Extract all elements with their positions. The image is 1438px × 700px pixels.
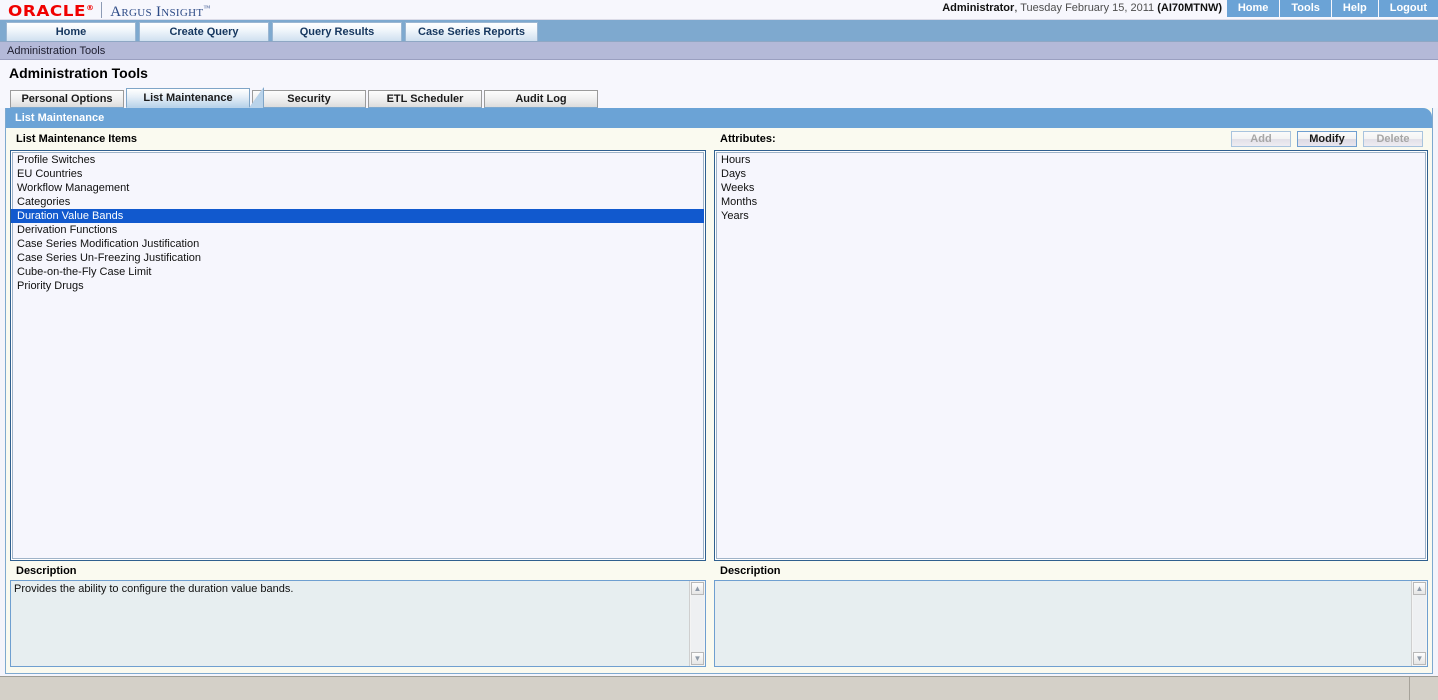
add-button[interactable]: Add bbox=[1231, 131, 1291, 147]
user-session-info: Administrator, Tuesday February 15, 2011… bbox=[942, 2, 1222, 14]
description-right-label: Description bbox=[720, 564, 781, 577]
oracle-logo-group: ORACLE® Argus Insight™ bbox=[0, 0, 211, 20]
user-comma: , bbox=[1014, 2, 1018, 14]
attributes-column: Attributes: Add Modify Delete Hours Days… bbox=[714, 128, 1428, 561]
list-item[interactable]: Days bbox=[719, 167, 1427, 181]
session-date: Tuesday February 15, 2011 bbox=[1020, 2, 1155, 14]
page-title-text: Administration Tools bbox=[9, 65, 148, 81]
status-bar bbox=[0, 676, 1438, 700]
list-item[interactable]: Workflow Management bbox=[15, 181, 705, 195]
topnav-logout[interactable]: Logout bbox=[1378, 0, 1438, 17]
description-left-label: Description bbox=[16, 564, 77, 577]
subtab-security[interactable]: Security bbox=[252, 90, 366, 108]
site-code: (AI70MTNW) bbox=[1157, 2, 1222, 14]
description-left-textarea[interactable]: Provides the ability to configure the du… bbox=[11, 581, 689, 666]
product-title: Argus Insight™ bbox=[110, 0, 210, 20]
brand-header-bar: ORACLE® Argus Insight™ Administrator, Tu… bbox=[0, 0, 1438, 20]
description-left-box[interactable]: Provides the ability to configure the du… bbox=[10, 580, 706, 667]
trademark-mark-icon: ™ bbox=[203, 3, 211, 12]
description-left-scrollbar[interactable] bbox=[689, 581, 705, 666]
breadcrumb-text: Administration Tools bbox=[7, 44, 106, 57]
description-row: Description Provides the ability to conf… bbox=[6, 561, 1432, 673]
status-bar-main-area bbox=[0, 677, 1410, 700]
topnav-tools[interactable]: Tools bbox=[1280, 0, 1332, 17]
tab-case-series-reports[interactable]: Case Series Reports bbox=[405, 22, 538, 41]
tab-query-results[interactable]: Query Results bbox=[272, 22, 402, 41]
scroll-up-icon[interactable] bbox=[691, 582, 704, 595]
tab-home[interactable]: Home bbox=[6, 22, 136, 41]
scroll-track[interactable] bbox=[691, 595, 704, 652]
description-left-column: Description Provides the ability to conf… bbox=[10, 561, 714, 667]
list-maintenance-panel: List Maintenance List Maintenance Items … bbox=[5, 108, 1433, 674]
subtab-list-maintenance[interactable]: List Maintenance bbox=[126, 87, 264, 108]
sub-tab-bar: Personal Options List Maintenance Securi… bbox=[0, 86, 1438, 108]
list-item[interactable]: Case Series Modification Justification bbox=[15, 237, 705, 251]
panel-header: List Maintenance bbox=[6, 108, 1432, 128]
subtab-audit-log[interactable]: Audit Log bbox=[484, 90, 598, 108]
list-items-container: Profile Switches EU Countries Workflow M… bbox=[11, 153, 705, 560]
main-tab-bar: Home Create Query Query Results Case Ser… bbox=[0, 20, 1438, 42]
topnav-home[interactable]: Home bbox=[1226, 0, 1281, 17]
attributes-label-row: Attributes: Add Modify Delete bbox=[714, 128, 1428, 150]
top-navigation: Home Tools Help Logout bbox=[1226, 0, 1438, 17]
list-item[interactable]: Derivation Functions bbox=[15, 223, 705, 237]
registered-mark-icon: ® bbox=[86, 3, 95, 12]
list-items-label-row: List Maintenance Items bbox=[10, 128, 706, 150]
attributes-listbox[interactable]: Hours Days Weeks Months Years bbox=[714, 150, 1428, 561]
list-item[interactable]: Months bbox=[719, 195, 1427, 209]
list-item[interactable]: Profile Switches bbox=[15, 153, 705, 167]
list-maintenance-items-listbox[interactable]: Profile Switches EU Countries Workflow M… bbox=[10, 150, 706, 561]
page-title: Administration Tools bbox=[0, 60, 1438, 86]
logo-divider bbox=[101, 1, 103, 18]
description-right-textarea[interactable] bbox=[715, 581, 1411, 666]
list-items-label: List Maintenance Items bbox=[16, 133, 138, 145]
attributes-items-container: Hours Days Weeks Months Years bbox=[715, 153, 1427, 560]
list-item[interactable]: Weeks bbox=[719, 181, 1427, 195]
tab-create-query[interactable]: Create Query bbox=[139, 22, 269, 41]
list-item[interactable]: Priority Drugs bbox=[15, 279, 705, 293]
list-maintenance-items-column: List Maintenance Items Profile Switches … bbox=[10, 128, 714, 561]
oracle-wordmark-logo: ORACLE® bbox=[8, 1, 95, 19]
panel-body: List Maintenance Items Profile Switches … bbox=[6, 128, 1432, 673]
scroll-up-icon[interactable] bbox=[1413, 582, 1426, 595]
description-right-column: Description bbox=[714, 561, 1428, 667]
list-item[interactable]: Cube-on-the-Fly Case Limit bbox=[15, 265, 705, 279]
description-right-box[interactable] bbox=[714, 580, 1428, 667]
scroll-down-icon[interactable] bbox=[691, 652, 704, 665]
attributes-button-group: Add Modify Delete bbox=[1231, 131, 1426, 147]
breadcrumb: Administration Tools bbox=[0, 42, 1438, 60]
application-window: ORACLE® Argus Insight™ Administrator, Tu… bbox=[0, 0, 1438, 700]
scroll-track[interactable] bbox=[1413, 595, 1426, 652]
list-item[interactable]: EU Countries bbox=[15, 167, 705, 181]
topnav-help[interactable]: Help bbox=[1331, 0, 1379, 17]
status-bar-resize-area bbox=[1410, 677, 1438, 700]
list-item[interactable]: Hours bbox=[719, 153, 1427, 167]
attributes-label: Attributes: bbox=[720, 133, 776, 145]
oracle-logo-text: ORACLE bbox=[8, 1, 87, 20]
panel-columns: List Maintenance Items Profile Switches … bbox=[6, 128, 1432, 561]
panel-header-title: List Maintenance bbox=[15, 112, 105, 124]
modify-button[interactable]: Modify bbox=[1297, 131, 1357, 147]
subtab-personal-options[interactable]: Personal Options bbox=[10, 90, 124, 108]
list-item[interactable]: Years bbox=[719, 209, 1427, 223]
product-title-text: Argus Insight bbox=[110, 3, 204, 20]
user-name: Administrator bbox=[942, 2, 1015, 14]
delete-button[interactable]: Delete bbox=[1363, 131, 1423, 147]
list-item[interactable]: Categories bbox=[15, 195, 705, 209]
scroll-down-icon[interactable] bbox=[1413, 652, 1426, 665]
list-item-selected[interactable]: Duration Value Bands bbox=[11, 209, 704, 223]
subtab-etl-scheduler[interactable]: ETL Scheduler bbox=[368, 90, 482, 108]
description-right-scrollbar[interactable] bbox=[1411, 581, 1427, 666]
list-item[interactable]: Case Series Un-Freezing Justification bbox=[15, 251, 705, 265]
